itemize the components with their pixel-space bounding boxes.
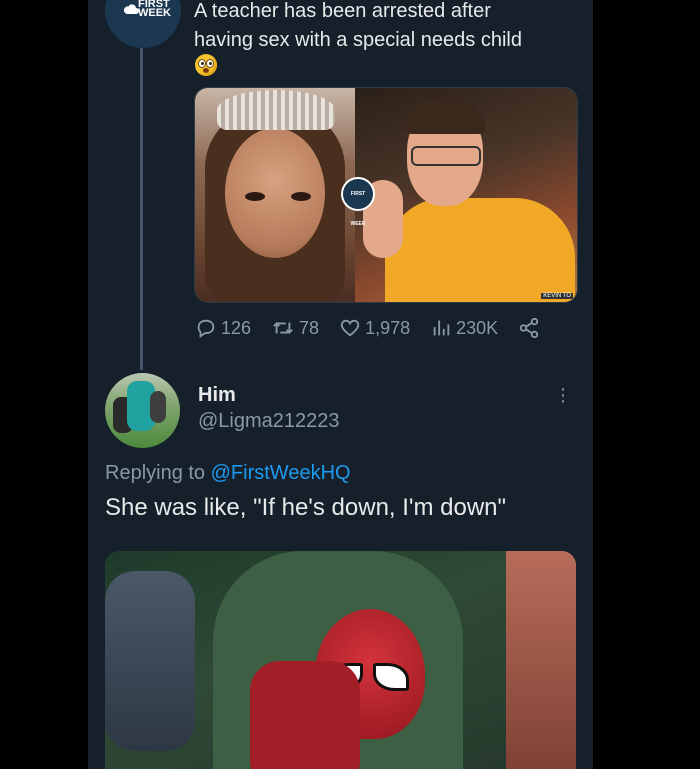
cloud-logo-icon xyxy=(123,4,139,14)
thread-connector-line xyxy=(140,48,143,370)
author-avatar[interactable]: FIRST WEEK xyxy=(105,0,181,48)
tweet-text-line-2: having sex with a special needs child xyxy=(194,29,522,51)
share-button[interactable] xyxy=(518,317,540,339)
replying-to-mention-link[interactable]: @FirstWeekHQ xyxy=(211,462,351,484)
more-options-icon[interactable]: · · · xyxy=(553,379,573,411)
image-brand-badge: FIRST WEEK xyxy=(341,177,375,227)
photo-man-yellow-shirt: KEVIN TO xyxy=(355,88,577,302)
tweet-text: A teacher has been arrested after having… xyxy=(194,0,574,55)
views-chart-icon xyxy=(433,320,450,336)
photo-woman-with-tiara xyxy=(195,88,355,302)
tiara xyxy=(217,90,335,130)
reply-text: She was like, "If he's down, I'm down" xyxy=(105,494,507,521)
like-count: 1,978 xyxy=(365,317,411,338)
views-count: 230K xyxy=(456,317,499,338)
tweet-thread: FIRST WEEK A teacher has been arrested a… xyxy=(88,0,593,769)
tweet-text-line-1: A teacher has been arrested after xyxy=(194,0,491,22)
photo-credit: KEVIN TO xyxy=(541,293,573,299)
reply-button[interactable]: 126 xyxy=(195,317,251,339)
replying-to-prefix: Replying to xyxy=(105,462,206,484)
reply-image-spiderman[interactable] xyxy=(105,551,576,769)
author-brand-text: FIRST WEEK xyxy=(138,0,171,19)
views-button[interactable]: 230K xyxy=(430,317,498,339)
reply-count: 126 xyxy=(221,317,252,338)
reply-author-name[interactable]: Him xyxy=(198,384,236,407)
tweet-actions: 126 78 1,978 230K xyxy=(195,316,565,340)
like-button[interactable]: 1,978 xyxy=(339,317,410,339)
heart-icon xyxy=(340,319,360,337)
reply-author-handle[interactable]: @Ligma212223 xyxy=(198,410,340,433)
flushed-face-emoji-icon xyxy=(195,54,217,76)
reply-author-avatar[interactable] xyxy=(105,373,180,448)
tweet-image[interactable]: KEVIN TO FIRST WEEK xyxy=(194,87,578,303)
share-icon xyxy=(520,317,539,339)
retweet-button[interactable]: 78 xyxy=(271,317,319,339)
retweet-icon xyxy=(273,322,293,334)
retweet-count: 78 xyxy=(299,317,320,338)
replying-to-line: Replying to @FirstWeekHQ xyxy=(105,462,351,485)
reply-icon xyxy=(197,319,215,339)
